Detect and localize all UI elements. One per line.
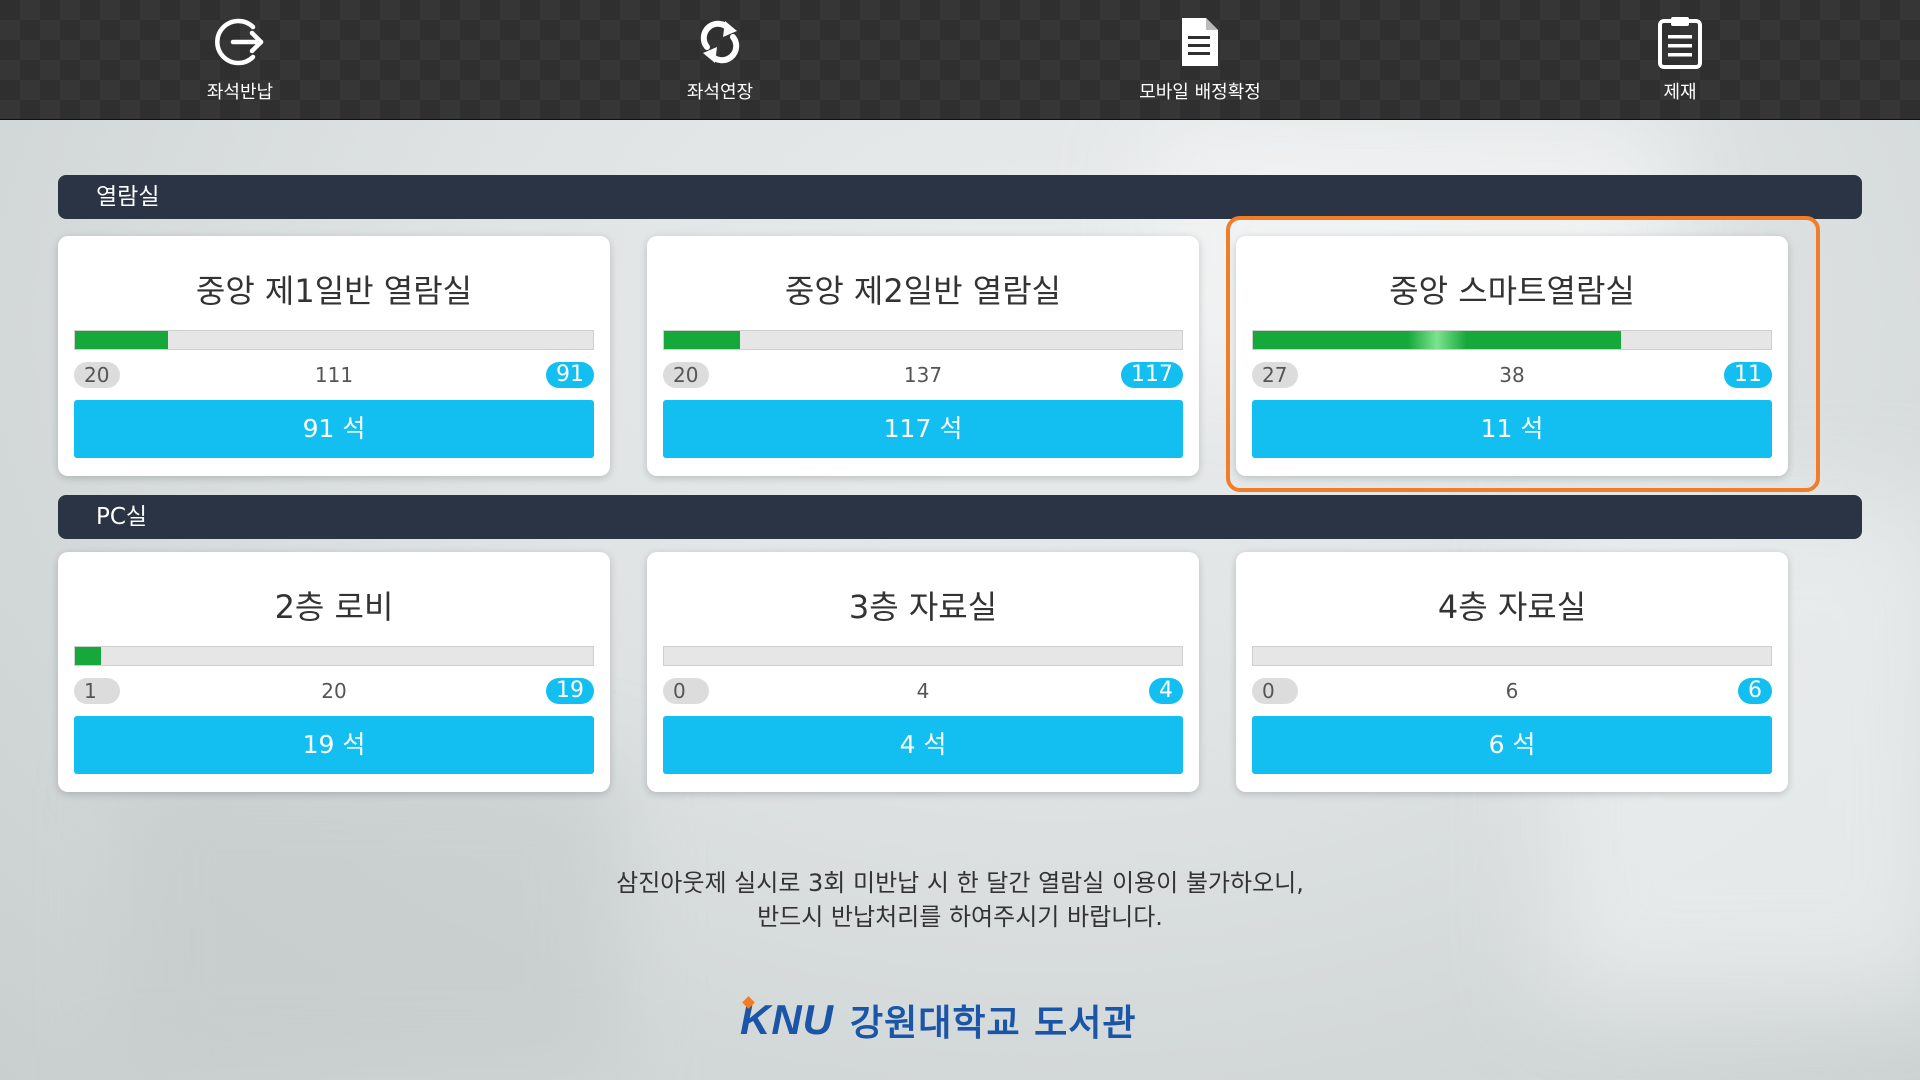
usage-progress-fill xyxy=(75,647,101,665)
select-seat-button[interactable]: 4 석 xyxy=(663,716,1183,774)
section-header-reading-rooms: 열람실 xyxy=(58,175,1862,219)
section-header-pc-rooms: PC실 xyxy=(58,495,1862,539)
total-seats: 4 xyxy=(916,679,930,703)
room-card: 3층 자료실 0 4 4 4 석 xyxy=(647,552,1199,792)
notice-line: 반드시 반납처리를 하여주시기 바랍니다. xyxy=(757,903,1163,931)
notice-line: 삼진아웃제 실시로 3회 미반납 시 한 달간 열람실 이용이 불가하오니, xyxy=(616,869,1304,897)
clipboard-icon xyxy=(1652,14,1708,70)
select-seat-button[interactable]: 11 석 xyxy=(1252,400,1772,458)
available-seats-badge: 91 xyxy=(546,362,594,388)
select-seat-button[interactable]: 117 석 xyxy=(663,400,1183,458)
available-seats-badge: 117 xyxy=(1121,362,1183,388)
available-seats-badge: 4 xyxy=(1149,678,1183,704)
refresh-icon xyxy=(692,14,748,70)
available-seats-badge: 19 xyxy=(546,678,594,704)
return-notice: 삼진아웃제 실시로 3회 미반납 시 한 달간 열람실 이용이 불가하오니, 반… xyxy=(0,866,1920,934)
room-card: 중앙 제2일반 열람실 20 137 117 117 석 xyxy=(647,236,1199,476)
available-seats-badge: 6 xyxy=(1738,678,1772,704)
nav-label: 좌석반납 xyxy=(206,82,274,103)
library-logo: KNU 강원대학교 도서관 xyxy=(740,990,1137,1050)
total-seats: 137 xyxy=(903,363,943,387)
select-seat-button[interactable]: 6 석 xyxy=(1252,716,1772,774)
room-card: 2층 로비 1 20 19 19 석 xyxy=(58,552,610,792)
total-seats: 20 xyxy=(321,679,347,703)
total-seats: 111 xyxy=(314,363,354,387)
nav-sanction-button[interactable]: 제재 xyxy=(1560,0,1800,120)
select-seat-button[interactable]: 19 석 xyxy=(74,716,594,774)
library-name: 강원대학교 도서관 xyxy=(850,1003,1137,1044)
room-title: 중앙 제1일반 열람실 xyxy=(195,272,473,310)
usage-progress-fill xyxy=(75,331,169,349)
usage-progress-bar xyxy=(1252,330,1772,350)
knu-logo-mark: KNU xyxy=(740,996,834,1044)
top-nav: 좌석반납 좌석연장 모바일 배정확정 제재 xyxy=(0,0,1920,120)
nav-label: 제재 xyxy=(1663,82,1697,103)
select-seat-button[interactable]: 91 석 xyxy=(74,400,594,458)
room-title: 4층 자료실 xyxy=(1437,588,1587,626)
room-card: 중앙 제1일반 열람실 20 111 91 91 석 xyxy=(58,236,610,476)
available-seats-badge: 11 xyxy=(1724,362,1772,388)
room-card: 4층 자료실 0 6 6 6 석 xyxy=(1236,552,1788,792)
nav-label: 모바일 배정확정 xyxy=(1139,82,1261,103)
return-arrow-icon xyxy=(212,14,268,70)
total-seats: 6 xyxy=(1505,679,1519,703)
usage-progress-bar xyxy=(74,330,594,350)
nav-seat-return-button[interactable]: 좌석반납 xyxy=(120,0,360,120)
usage-progress-bar xyxy=(663,646,1183,666)
usage-progress-bar xyxy=(1252,646,1772,666)
usage-progress-fill xyxy=(664,331,740,349)
room-title: 2층 로비 xyxy=(274,588,394,626)
nav-mobile-confirm-button[interactable]: 모바일 배정확정 xyxy=(1080,0,1320,120)
nav-label: 좌석연장 xyxy=(686,82,754,103)
room-title: 중앙 스마트열람실 xyxy=(1389,272,1635,310)
nav-seat-extend-button[interactable]: 좌석연장 xyxy=(600,0,840,120)
usage-progress-bar xyxy=(663,330,1183,350)
total-seats: 38 xyxy=(1499,363,1525,387)
usage-progress-fill xyxy=(1253,331,1621,349)
room-title: 중앙 제2일반 열람실 xyxy=(784,272,1062,310)
room-title: 3층 자료실 xyxy=(848,588,998,626)
usage-progress-bar xyxy=(74,646,594,666)
document-icon xyxy=(1172,14,1228,70)
room-card: 중앙 스마트열람실 27 38 11 11 석 xyxy=(1236,236,1788,476)
